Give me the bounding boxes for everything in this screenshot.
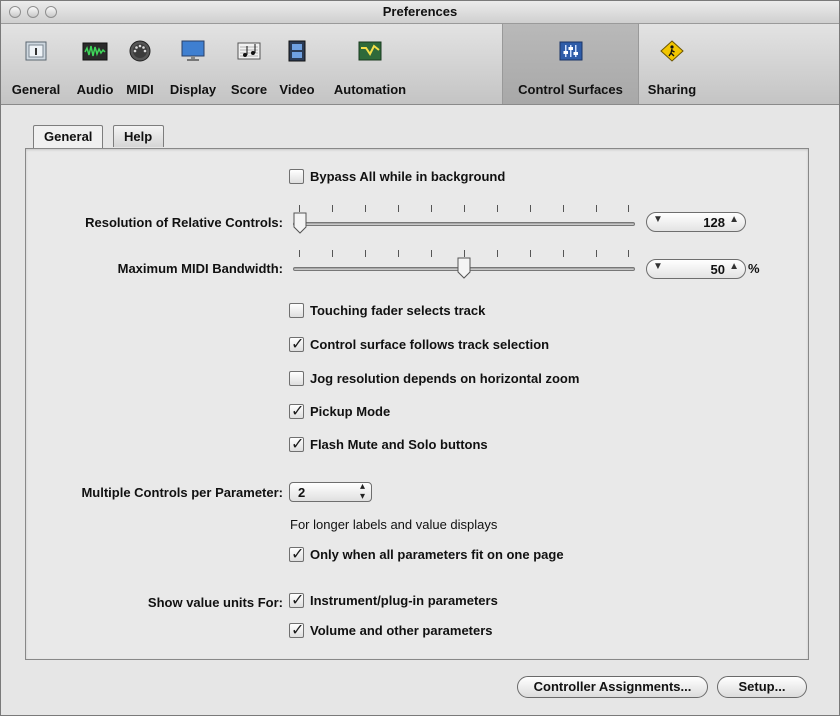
title-bar: Preferences: [1, 1, 839, 24]
video-icon: [288, 40, 306, 62]
multiple-controls-label: Multiple Controls per Parameter:: [81, 485, 283, 500]
toolbar-item-midi[interactable]: MIDI: [119, 24, 161, 104]
bandwidth-slider[interactable]: [293, 250, 635, 280]
multiple-controls-popup[interactable]: 2 ▴ ▾: [289, 482, 372, 502]
midi-icon: [129, 40, 151, 62]
follows-selection-box[interactable]: ✓: [289, 336, 305, 353]
bandwidth-stepper[interactable]: ▼ 50 ▲: [646, 259, 746, 279]
controller-assignments-button[interactable]: Controller Assignments...: [517, 676, 708, 698]
checkmark-icon: ✓: [291, 546, 305, 563]
bandwidth-slider-thumb[interactable]: [457, 257, 471, 279]
preferences-toolbar: General Audio MIDI Display Score Video A…: [1, 24, 839, 105]
only-when-fit-box[interactable]: ✓: [289, 546, 305, 563]
toolbar-item-video[interactable]: Video: [273, 24, 321, 104]
only-when-fit-label: Only when all parameters fit on one page: [310, 547, 564, 562]
jog-resolution-checkbox[interactable]: Jog resolution depends on horizontal zoo…: [289, 371, 579, 386]
show-units-label: Show value units For:: [147, 595, 283, 610]
toolbar-item-general[interactable]: General: [1, 24, 71, 104]
volume-params-label: Volume and other parameters: [310, 623, 493, 638]
automation-icon: [358, 41, 382, 61]
touching-fader-box[interactable]: [289, 303, 304, 318]
audio-icon: [82, 42, 108, 61]
volume-params-box[interactable]: ✓: [289, 622, 305, 639]
resolution-slider[interactable]: [293, 205, 635, 235]
flash-mute-solo-checkbox[interactable]: ✓ Flash Mute and Solo buttons: [289, 436, 488, 453]
settings-panel: Bypass All while in background Resolutio…: [25, 148, 809, 660]
multiple-controls-value: 2: [298, 485, 306, 500]
touching-fader-label: Touching fader selects track: [310, 303, 486, 318]
checkmark-icon: ✓: [291, 592, 305, 609]
bandwidth-label: Maximum MIDI Bandwidth:: [117, 261, 283, 276]
bandwidth-value: 50: [710, 262, 725, 277]
volume-params-checkbox[interactable]: ✓ Volume and other parameters: [289, 622, 493, 639]
bandwidth-increment[interactable]: ▲: [729, 261, 739, 272]
follows-selection-checkbox[interactable]: ✓ Control surface follows track selectio…: [289, 336, 550, 353]
tab-help-tags[interactable]: Help Tags: [113, 125, 165, 166]
general-icon: [25, 41, 47, 61]
toolbar-item-display[interactable]: Display: [161, 24, 225, 104]
longer-labels-note: For longer labels and value displays: [290, 517, 498, 532]
jog-resolution-label: Jog resolution depends on horizontal zoo…: [310, 371, 580, 386]
checkmark-icon: ✓: [291, 336, 305, 353]
resolution-value: 128: [703, 215, 725, 230]
setup-button[interactable]: Setup...: [717, 676, 807, 698]
toolbar-item-automation[interactable]: Automation: [321, 24, 419, 104]
only-when-fit-checkbox[interactable]: ✓ Only when all parameters fit on one pa…: [289, 546, 564, 563]
control-surfaces-icon: [559, 41, 582, 61]
flash-mute-solo-label: Flash Mute and Solo buttons: [310, 437, 488, 452]
toolbar-item-audio[interactable]: Audio: [71, 24, 119, 104]
touching-fader-checkbox[interactable]: Touching fader selects track: [289, 303, 485, 318]
toolbar-item-score[interactable]: Score: [225, 24, 273, 104]
tab-general[interactable]: General: [33, 125, 104, 149]
sharing-icon: [660, 40, 684, 62]
display-icon: [181, 40, 205, 61]
bypass-all-box[interactable]: [289, 169, 304, 184]
pickup-mode-label: Pickup Mode: [310, 404, 391, 419]
flash-mute-solo-box[interactable]: ✓: [289, 436, 305, 453]
score-icon: [237, 42, 261, 60]
popup-arrows-icon: ▴ ▾: [359, 481, 365, 502]
follows-selection-label: Control surface follows track selection: [310, 337, 550, 352]
toolbar-item-control-surfaces[interactable]: Control Surfaces: [502, 24, 639, 104]
jog-resolution-box[interactable]: [289, 371, 304, 386]
bypass-all-label: Bypass All while in background: [310, 169, 506, 184]
instrument-params-checkbox[interactable]: ✓ Instrument/plug-in parameters: [289, 592, 498, 609]
bypass-all-checkbox[interactable]: Bypass All while in background: [289, 169, 505, 184]
preferences-window: Preferences General Audio MIDI Display S…: [0, 0, 840, 716]
resolution-stepper[interactable]: ▼ 128 ▲: [646, 212, 746, 232]
checkmark-icon: ✓: [291, 403, 305, 420]
checkmark-icon: ✓: [291, 436, 305, 453]
toolbar-item-sharing[interactable]: Sharing: [637, 24, 707, 104]
instrument-params-box[interactable]: ✓: [289, 592, 305, 609]
resolution-increment[interactable]: ▲: [729, 214, 739, 225]
checkmark-icon: ✓: [291, 622, 305, 639]
pickup-mode-checkbox[interactable]: ✓ Pickup Mode: [289, 403, 391, 420]
bandwidth-unit: %: [748, 261, 760, 276]
resolution-slider-thumb[interactable]: [293, 212, 307, 234]
pickup-mode-box[interactable]: ✓: [289, 403, 305, 420]
window-title: Preferences: [382, 4, 458, 19]
resolution-label: Resolution of Relative Controls:: [85, 215, 283, 230]
instrument-params-label: Instrument/plug-in parameters: [310, 593, 498, 608]
